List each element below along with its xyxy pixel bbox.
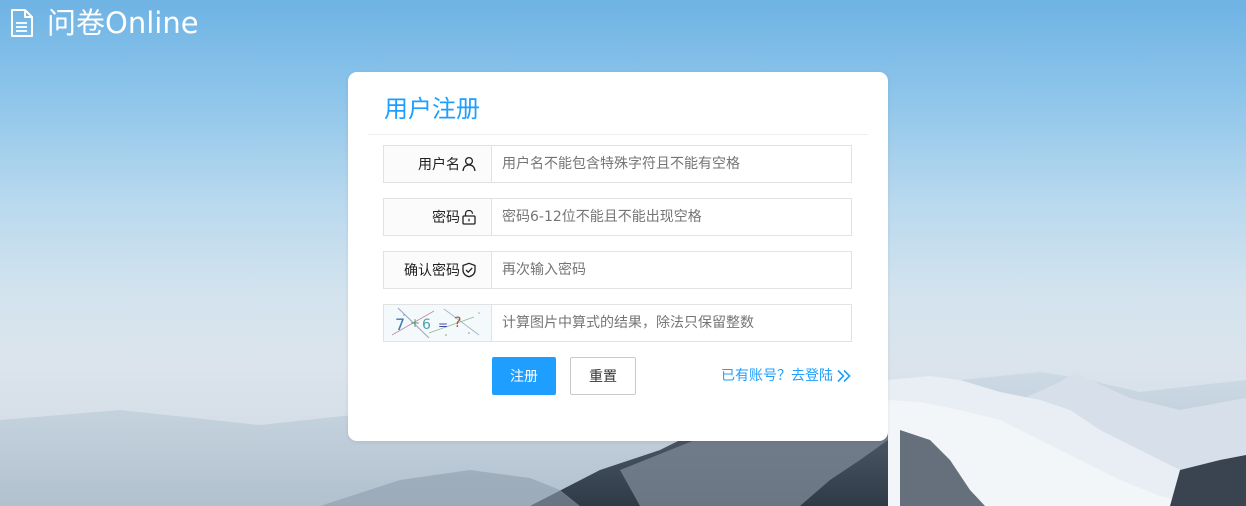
shield-check-icon: [461, 262, 477, 278]
register-button[interactable]: 注册: [492, 357, 556, 395]
captcha-image[interactable]: 7 + 6 = ?: [384, 305, 492, 341]
confirm-password-input[interactable]: [492, 252, 851, 288]
confirm-password-field: 确认密码: [383, 251, 852, 289]
go-login-link[interactable]: 已有账号？去登陆: [721, 367, 852, 385]
username-input[interactable]: [492, 146, 851, 182]
svg-text:7: 7: [395, 315, 405, 334]
app-logo[interactable]: 问卷Online: [10, 5, 199, 41]
svg-text:6: 6: [422, 317, 431, 333]
confirm-password-label: 确认密码: [384, 252, 492, 288]
reset-button[interactable]: 重置: [570, 357, 636, 395]
password-field: 密码: [383, 198, 852, 236]
svg-text:+: +: [410, 316, 420, 330]
password-input[interactable]: [492, 199, 851, 235]
register-title: 用户注册: [384, 95, 480, 123]
username-field: 用户名: [383, 145, 852, 183]
captcha-field: 7 + 6 = ?: [383, 304, 852, 342]
password-label: 密码: [384, 199, 492, 235]
captcha-input[interactable]: [492, 305, 851, 341]
svg-text:?: ?: [454, 315, 461, 331]
svg-text:=: =: [438, 318, 448, 332]
double-chevron-right-icon: [836, 368, 852, 384]
document-icon: [10, 8, 34, 38]
go-login-text: 已有账号？去登陆: [721, 368, 833, 384]
app-title: 问卷Online: [47, 6, 199, 40]
lock-icon: [461, 209, 477, 225]
username-label-text: 用户名: [418, 157, 460, 173]
username-label: 用户名: [384, 146, 492, 182]
password-label-text: 密码: [432, 210, 460, 226]
user-icon: [461, 156, 477, 172]
confirm-password-label-text: 确认密码: [404, 263, 460, 279]
title-divider: [368, 134, 868, 135]
register-card: 用户注册 用户名 密码: [348, 72, 888, 441]
